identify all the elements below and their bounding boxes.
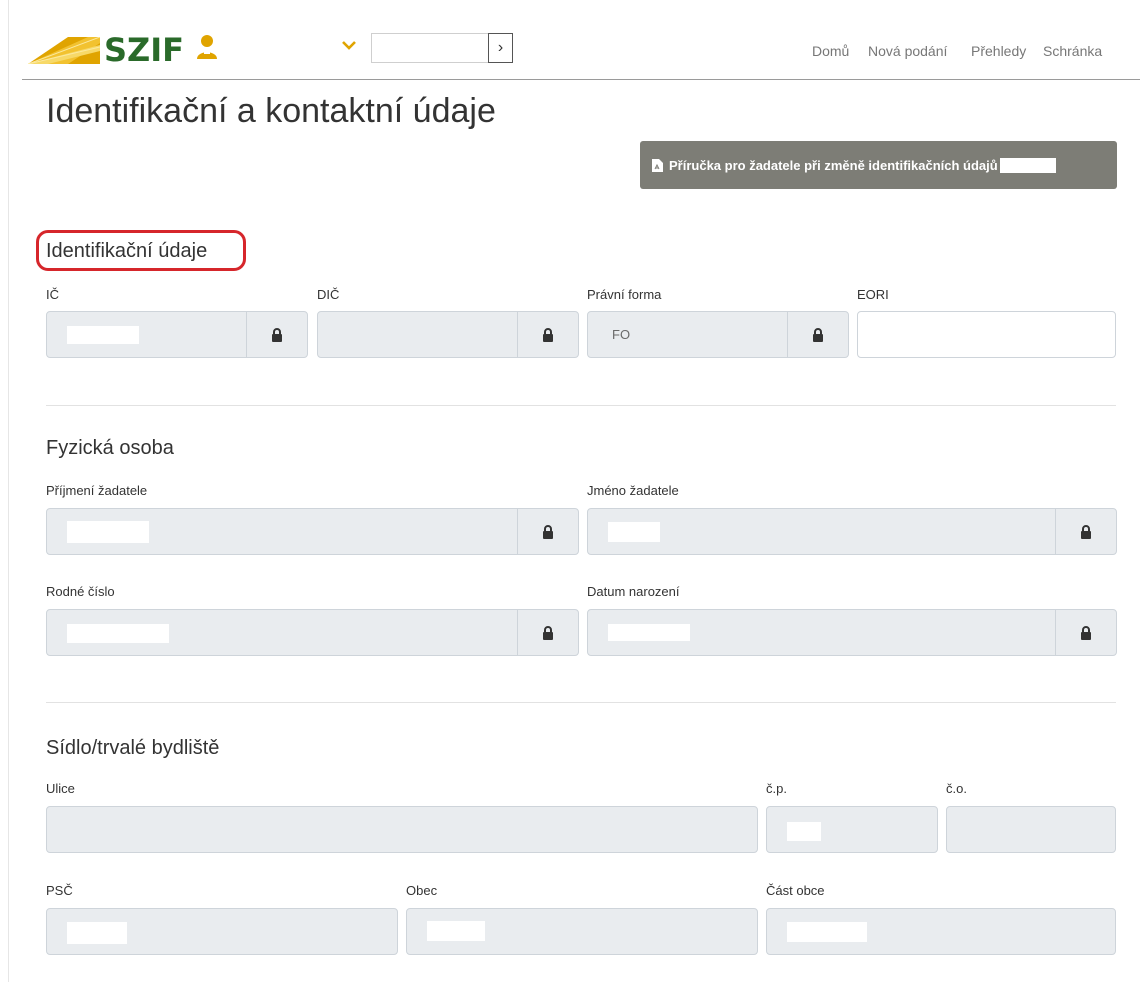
nav-home[interactable]: Domů bbox=[812, 43, 849, 59]
ic-label: IČ bbox=[46, 287, 59, 302]
lock-icon bbox=[517, 610, 578, 655]
section-divider bbox=[46, 702, 1116, 703]
highlight-annotation bbox=[36, 230, 246, 271]
subject-search-input[interactable] bbox=[371, 33, 489, 63]
cp-field[interactable] bbox=[766, 806, 938, 853]
surname-field[interactable] bbox=[46, 508, 579, 555]
firstname-field[interactable] bbox=[587, 508, 1117, 555]
header-divider bbox=[22, 79, 1140, 80]
nav-new-submissions[interactable]: Nová podání bbox=[868, 43, 947, 59]
redacted-value bbox=[67, 521, 149, 543]
eori-input[interactable] bbox=[857, 311, 1116, 358]
szif-logo-text[interactable]: SZIF bbox=[104, 31, 184, 69]
app-header: SZIF › Domů Nová podání Přehledy Schránk… bbox=[0, 0, 1144, 80]
redacted-value bbox=[787, 922, 867, 942]
nav-overviews[interactable]: Přehledy bbox=[971, 43, 1026, 59]
city-part-field[interactable] bbox=[766, 908, 1116, 955]
cp-label: č.p. bbox=[766, 781, 787, 796]
lock-icon bbox=[517, 312, 578, 357]
redacted-value bbox=[787, 822, 821, 841]
street-field[interactable] bbox=[46, 806, 758, 853]
guide-download-button[interactable]: Příručka pro žadatele při změně identifi… bbox=[640, 141, 1117, 189]
redacted-value bbox=[67, 624, 169, 643]
firstname-label: Jméno žadatele bbox=[587, 483, 679, 498]
user-icon[interactable] bbox=[196, 34, 218, 60]
szif-logo-stripes[interactable] bbox=[28, 37, 100, 64]
psc-label: PSČ bbox=[46, 883, 73, 898]
birth-number-field[interactable] bbox=[46, 609, 579, 656]
lock-icon bbox=[246, 312, 307, 357]
legal-form-value: FO bbox=[612, 327, 631, 342]
birth-date-field[interactable] bbox=[587, 609, 1117, 656]
page-title: Identifikační a kontaktní údaje bbox=[46, 92, 496, 130]
section-title-address: Sídlo/trvalé bydliště bbox=[46, 737, 220, 759]
redacted-value bbox=[427, 921, 485, 941]
legal-form-field[interactable]: FO bbox=[587, 311, 849, 358]
birth-number-label: Rodné číslo bbox=[46, 584, 115, 599]
lock-icon bbox=[787, 312, 848, 357]
redacted-text bbox=[999, 157, 1056, 173]
chevron-right-icon: › bbox=[497, 39, 504, 56]
co-label: č.o. bbox=[946, 781, 967, 796]
chevron-down-icon[interactable] bbox=[342, 40, 356, 50]
birth-date-label: Datum narození bbox=[587, 584, 680, 599]
guide-button-label: Příručka pro žadatele při změně identifi… bbox=[669, 157, 998, 173]
go-button[interactable]: › bbox=[488, 33, 513, 63]
city-part-label: Část obce bbox=[766, 883, 825, 898]
surname-label: Příjmení žadatele bbox=[46, 483, 148, 498]
section-divider bbox=[46, 405, 1116, 406]
street-label: Ulice bbox=[46, 781, 75, 796]
legal-form-label: Právní forma bbox=[587, 287, 662, 302]
redacted-value bbox=[67, 922, 127, 944]
city-field[interactable] bbox=[406, 908, 758, 955]
redacted-value bbox=[608, 624, 690, 641]
co-field[interactable] bbox=[946, 806, 1116, 853]
eori-label: EORI bbox=[857, 287, 889, 302]
redacted-value bbox=[608, 522, 660, 542]
city-label: Obec bbox=[406, 883, 438, 898]
dic-field[interactable] bbox=[317, 311, 579, 358]
lock-icon bbox=[1055, 509, 1116, 554]
nav-inbox[interactable]: Schránka bbox=[1043, 43, 1102, 59]
redacted-value bbox=[67, 326, 139, 344]
psc-field[interactable] bbox=[46, 908, 398, 955]
lock-icon bbox=[1055, 610, 1116, 655]
ic-field[interactable] bbox=[46, 311, 308, 358]
lock-icon bbox=[517, 509, 578, 554]
dic-label: DIČ bbox=[317, 287, 340, 302]
pdf-icon bbox=[652, 158, 663, 172]
section-title-person: Fyzická osoba bbox=[46, 437, 174, 459]
